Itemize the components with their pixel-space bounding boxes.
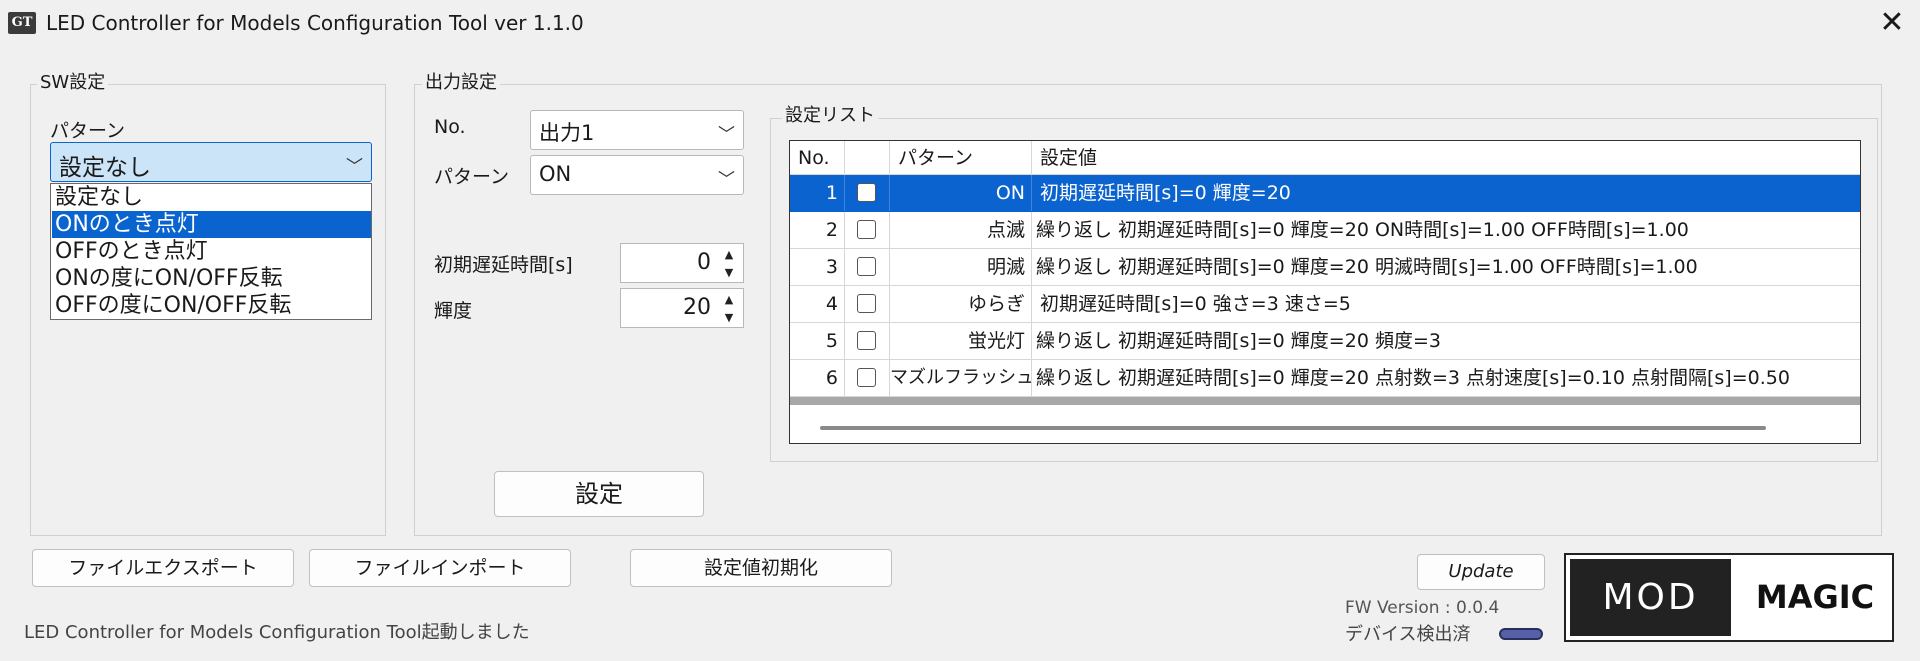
header-no[interactable]: No. — [790, 141, 845, 175]
row-no: 6 — [790, 360, 845, 396]
row-checkbox[interactable] — [857, 183, 876, 202]
device-indicator-icon — [1499, 628, 1543, 640]
row-pattern: ゆらぎ — [890, 286, 1032, 322]
row-check-cell — [845, 175, 890, 211]
row-no: 4 — [790, 286, 845, 322]
header-check[interactable] — [845, 141, 890, 175]
sw-pattern-value: 設定なし — [59, 155, 151, 181]
header-value[interactable]: 設定値 — [1032, 141, 1860, 175]
row-no: 3 — [790, 249, 845, 285]
row-no: 1 — [790, 175, 845, 211]
row-pattern: 蛍光灯 — [890, 323, 1032, 359]
row-pattern: 点滅 — [890, 212, 1032, 248]
row-checkbox[interactable] — [857, 220, 876, 239]
sw-pattern-label: パターン — [50, 120, 126, 142]
setting-list-label: 設定リスト — [782, 105, 878, 127]
dropdown-option[interactable]: OFFのとき点灯 — [52, 238, 371, 265]
reset-settings-button[interactable]: 設定値初期化 — [630, 549, 892, 587]
output-pattern-dropdown[interactable]: ON ﹀ — [530, 155, 744, 195]
table-row[interactable]: 3 明滅 繰り返し 初期遅延時間[s]=0 輝度=20 明滅時間[s]=1.00… — [790, 249, 1860, 286]
table-row[interactable]: 6 マズルフラッシュ 繰り返し 初期遅延時間[s]=0 輝度=20 点射数=3 … — [790, 360, 1860, 397]
chevron-down-icon: ﹀ — [718, 170, 735, 190]
spin-up-icon[interactable]: ▲ — [718, 246, 740, 263]
close-button[interactable]: ✕ — [1872, 4, 1912, 44]
table-row[interactable]: 1 ON 初期遅延時間[s]=0 輝度=20 — [790, 175, 1860, 212]
row-value: 繰り返し 初期遅延時間[s]=0 輝度=20 ON時間[s]=1.00 OFF時… — [1036, 219, 1689, 241]
dropdown-option[interactable]: OFFの度にON/OFF反転 — [52, 292, 371, 319]
row-value: 初期遅延時間[s]=0 強さ=3 速さ=5 — [1040, 293, 1351, 315]
spin-down-icon[interactable]: ▼ — [718, 309, 740, 326]
row-pattern: ON — [890, 175, 1032, 211]
apply-button[interactable]: 設定 — [494, 471, 704, 517]
chevron-down-icon: ﹀ — [346, 157, 363, 177]
row-value: 繰り返し 初期遅延時間[s]=0 輝度=20 明滅時間[s]=1.00 OFF時… — [1036, 256, 1698, 278]
app-icon: GT — [8, 12, 36, 34]
sw-pattern-dropdown-list: 設定なし ONのとき点灯 OFFのとき点灯 ONの度にON/OFF反転 OFFの… — [50, 183, 372, 320]
brightness-label: 輝度 — [434, 300, 473, 322]
update-button[interactable]: Update — [1417, 554, 1545, 590]
sw-pattern-dropdown[interactable]: 設定なし ﹀ — [50, 142, 372, 182]
output-settings-label: 出力設定 — [422, 72, 500, 94]
file-export-button[interactable]: ファイルエクスポート — [32, 549, 294, 587]
fw-version: FW Version : 0.0.4 — [1345, 598, 1500, 618]
dropdown-option-highlighted[interactable]: ONのとき点灯 — [52, 211, 371, 238]
row-check-cell — [845, 286, 890, 322]
logo-magic-text: MAGIC — [1755, 578, 1875, 616]
window-title: LED Controller for Models Configuration … — [46, 11, 584, 35]
modmagic-logo: MOD MAGIC — [1564, 553, 1894, 642]
sw-settings-label: SW設定 — [37, 72, 109, 94]
horizontal-scrollbar[interactable] — [820, 426, 1766, 430]
file-import-button[interactable]: ファイルインポート — [309, 549, 571, 587]
row-pattern: マズルフラッシュ — [890, 360, 1032, 396]
table-row[interactable]: 5 蛍光灯 繰り返し 初期遅延時間[s]=0 輝度=20 頻度=3 — [790, 323, 1860, 360]
row-value: 繰り返し 初期遅延時間[s]=0 輝度=20 点射数=3 点射速度[s]=0.1… — [1036, 367, 1790, 389]
output-pattern-label: パターン — [434, 166, 510, 188]
delay-label: 初期遅延時間[s] — [434, 254, 573, 276]
dropdown-option[interactable]: ONの度にON/OFF反転 — [52, 265, 371, 292]
row-no: 2 — [790, 212, 845, 248]
brightness-value: 20 — [683, 295, 711, 320]
row-check-cell — [845, 360, 890, 396]
delay-spinner[interactable]: 0 ▲ ▼ — [620, 243, 744, 283]
row-value: 初期遅延時間[s]=0 輝度=20 — [1040, 182, 1291, 204]
delay-value: 0 — [697, 250, 711, 275]
logo-mod-text: MOD — [1570, 559, 1731, 636]
row-value: 繰り返し 初期遅延時間[s]=0 輝度=20 頻度=3 — [1036, 330, 1441, 352]
output-no-label: No. — [434, 116, 466, 138]
output-no-value: 出力1 — [539, 121, 595, 145]
header-pattern[interactable]: パターン — [890, 141, 1032, 175]
output-no-dropdown[interactable]: 出力1 ﹀ — [530, 110, 744, 150]
row-checkbox[interactable] — [857, 257, 876, 276]
row-pattern: 明滅 — [890, 249, 1032, 285]
spin-down-icon[interactable]: ▼ — [718, 264, 740, 281]
row-checkbox[interactable] — [857, 368, 876, 387]
brightness-spinner[interactable]: 20 ▲ ▼ — [620, 288, 744, 328]
status-message: LED Controller for Models Configuration … — [24, 622, 530, 643]
row-no: 5 — [790, 323, 845, 359]
title-bar: GT LED Controller for Models Configurati… — [0, 0, 1920, 46]
row-check-cell — [845, 212, 890, 248]
row-checkbox[interactable] — [857, 331, 876, 350]
row-check-cell — [845, 323, 890, 359]
table-header: No. パターン 設定値 — [790, 141, 1860, 175]
row-check-cell — [845, 249, 890, 285]
table-row[interactable]: 4 ゆらぎ 初期遅延時間[s]=0 強さ=3 速さ=5 — [790, 286, 1860, 323]
output-pattern-value: ON — [539, 162, 572, 186]
row-checkbox[interactable] — [857, 294, 876, 313]
device-status: デバイス検出済 — [1345, 624, 1471, 645]
settings-table[interactable]: No. パターン 設定値 1 ON 初期遅延時間[s]=0 輝度=20 2 点滅… — [789, 140, 1861, 444]
chevron-down-icon: ﹀ — [718, 125, 735, 145]
spin-up-icon[interactable]: ▲ — [718, 291, 740, 308]
dropdown-option[interactable]: 設定なし — [52, 184, 371, 211]
table-empty-strip — [790, 397, 1860, 405]
table-row[interactable]: 2 点滅 繰り返し 初期遅延時間[s]=0 輝度=20 ON時間[s]=1.00… — [790, 212, 1860, 249]
